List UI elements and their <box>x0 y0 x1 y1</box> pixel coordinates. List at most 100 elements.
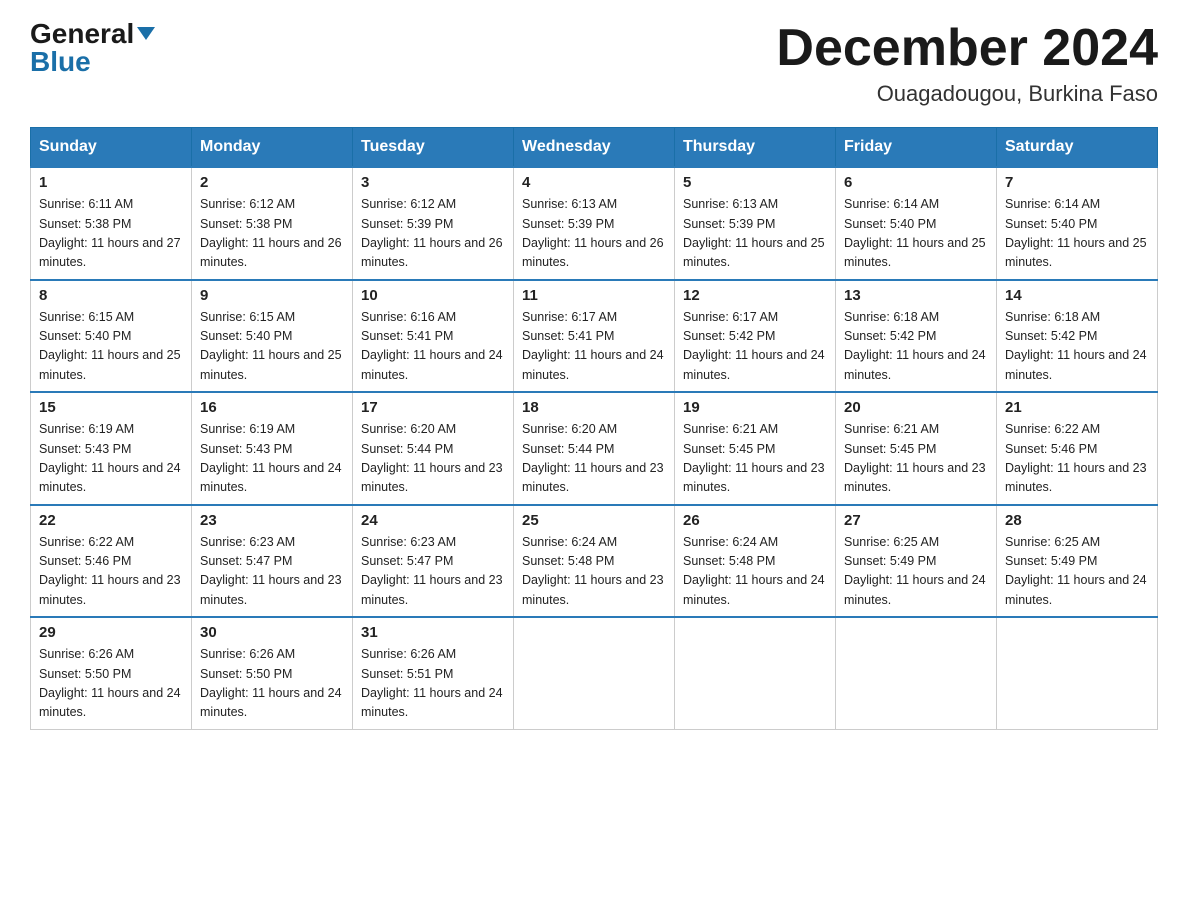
calendar-cell: 4 Sunrise: 6:13 AM Sunset: 5:39 PM Dayli… <box>514 167 675 280</box>
day-info: Sunrise: 6:15 AM Sunset: 5:40 PM Dayligh… <box>39 308 183 386</box>
calendar-cell: 11 Sunrise: 6:17 AM Sunset: 5:41 PM Dayl… <box>514 280 675 393</box>
calendar-cell: 9 Sunrise: 6:15 AM Sunset: 5:40 PM Dayli… <box>192 280 353 393</box>
day-number: 16 <box>200 399 344 416</box>
day-number: 12 <box>683 287 827 304</box>
calendar-cell: 22 Sunrise: 6:22 AM Sunset: 5:46 PM Dayl… <box>31 505 192 618</box>
day-info: Sunrise: 6:20 AM Sunset: 5:44 PM Dayligh… <box>361 420 505 498</box>
calendar-cell: 30 Sunrise: 6:26 AM Sunset: 5:50 PM Dayl… <box>192 617 353 729</box>
calendar-cell: 1 Sunrise: 6:11 AM Sunset: 5:38 PM Dayli… <box>31 167 192 280</box>
col-saturday: Saturday <box>997 128 1158 168</box>
day-info: Sunrise: 6:25 AM Sunset: 5:49 PM Dayligh… <box>844 533 988 611</box>
calendar-cell: 8 Sunrise: 6:15 AM Sunset: 5:40 PM Dayli… <box>31 280 192 393</box>
day-number: 10 <box>361 287 505 304</box>
calendar-cell <box>675 617 836 729</box>
day-number: 24 <box>361 512 505 529</box>
logo-general: General <box>30 18 134 49</box>
day-info: Sunrise: 6:26 AM Sunset: 5:50 PM Dayligh… <box>200 645 344 723</box>
calendar-cell: 21 Sunrise: 6:22 AM Sunset: 5:46 PM Dayl… <box>997 392 1158 505</box>
day-number: 21 <box>1005 399 1149 416</box>
day-number: 4 <box>522 174 666 191</box>
day-number: 5 <box>683 174 827 191</box>
day-info: Sunrise: 6:26 AM Sunset: 5:51 PM Dayligh… <box>361 645 505 723</box>
calendar-cell: 31 Sunrise: 6:26 AM Sunset: 5:51 PM Dayl… <box>353 617 514 729</box>
title-block: December 2024 Ouagadougou, Burkina Faso <box>776 20 1158 107</box>
logo-blue: Blue <box>30 46 91 77</box>
day-number: 14 <box>1005 287 1149 304</box>
calendar-cell: 2 Sunrise: 6:12 AM Sunset: 5:38 PM Dayli… <box>192 167 353 280</box>
calendar-cell: 7 Sunrise: 6:14 AM Sunset: 5:40 PM Dayli… <box>997 167 1158 280</box>
calendar-header-row: Sunday Monday Tuesday Wednesday Thursday… <box>31 128 1158 168</box>
calendar-cell: 17 Sunrise: 6:20 AM Sunset: 5:44 PM Dayl… <box>353 392 514 505</box>
day-number: 18 <box>522 399 666 416</box>
col-thursday: Thursday <box>675 128 836 168</box>
day-number: 31 <box>361 624 505 641</box>
logo-text: General <box>30 20 155 48</box>
logo-blue-text: Blue <box>30 48 91 76</box>
calendar-cell: 16 Sunrise: 6:19 AM Sunset: 5:43 PM Dayl… <box>192 392 353 505</box>
month-title: December 2024 <box>776 20 1158 77</box>
day-number: 20 <box>844 399 988 416</box>
day-info: Sunrise: 6:24 AM Sunset: 5:48 PM Dayligh… <box>683 533 827 611</box>
calendar-cell: 24 Sunrise: 6:23 AM Sunset: 5:47 PM Dayl… <box>353 505 514 618</box>
calendar-cell: 12 Sunrise: 6:17 AM Sunset: 5:42 PM Dayl… <box>675 280 836 393</box>
logo: General Blue <box>30 20 155 76</box>
day-number: 3 <box>361 174 505 191</box>
day-info: Sunrise: 6:14 AM Sunset: 5:40 PM Dayligh… <box>1005 195 1149 273</box>
day-number: 23 <box>200 512 344 529</box>
col-friday: Friday <box>836 128 997 168</box>
day-info: Sunrise: 6:12 AM Sunset: 5:38 PM Dayligh… <box>200 195 344 273</box>
day-number: 25 <box>522 512 666 529</box>
location: Ouagadougou, Burkina Faso <box>776 81 1158 107</box>
calendar-cell: 26 Sunrise: 6:24 AM Sunset: 5:48 PM Dayl… <box>675 505 836 618</box>
calendar-cell: 19 Sunrise: 6:21 AM Sunset: 5:45 PM Dayl… <box>675 392 836 505</box>
day-number: 27 <box>844 512 988 529</box>
day-info: Sunrise: 6:16 AM Sunset: 5:41 PM Dayligh… <box>361 308 505 386</box>
calendar-cell: 27 Sunrise: 6:25 AM Sunset: 5:49 PM Dayl… <box>836 505 997 618</box>
calendar-week-row: 1 Sunrise: 6:11 AM Sunset: 5:38 PM Dayli… <box>31 167 1158 280</box>
day-number: 2 <box>200 174 344 191</box>
day-number: 28 <box>1005 512 1149 529</box>
page-header: General Blue December 2024 Ouagadougou, … <box>30 20 1158 107</box>
day-number: 6 <box>844 174 988 191</box>
day-info: Sunrise: 6:15 AM Sunset: 5:40 PM Dayligh… <box>200 308 344 386</box>
calendar-cell: 5 Sunrise: 6:13 AM Sunset: 5:39 PM Dayli… <box>675 167 836 280</box>
day-number: 30 <box>200 624 344 641</box>
day-info: Sunrise: 6:22 AM Sunset: 5:46 PM Dayligh… <box>1005 420 1149 498</box>
calendar-table: Sunday Monday Tuesday Wednesday Thursday… <box>30 127 1158 730</box>
day-info: Sunrise: 6:24 AM Sunset: 5:48 PM Dayligh… <box>522 533 666 611</box>
col-sunday: Sunday <box>31 128 192 168</box>
day-info: Sunrise: 6:14 AM Sunset: 5:40 PM Dayligh… <box>844 195 988 273</box>
day-number: 1 <box>39 174 183 191</box>
calendar-cell: 13 Sunrise: 6:18 AM Sunset: 5:42 PM Dayl… <box>836 280 997 393</box>
calendar-cell: 23 Sunrise: 6:23 AM Sunset: 5:47 PM Dayl… <box>192 505 353 618</box>
day-info: Sunrise: 6:18 AM Sunset: 5:42 PM Dayligh… <box>1005 308 1149 386</box>
calendar-cell: 28 Sunrise: 6:25 AM Sunset: 5:49 PM Dayl… <box>997 505 1158 618</box>
day-info: Sunrise: 6:13 AM Sunset: 5:39 PM Dayligh… <box>522 195 666 273</box>
calendar-cell: 18 Sunrise: 6:20 AM Sunset: 5:44 PM Dayl… <box>514 392 675 505</box>
col-wednesday: Wednesday <box>514 128 675 168</box>
day-info: Sunrise: 6:20 AM Sunset: 5:44 PM Dayligh… <box>522 420 666 498</box>
day-info: Sunrise: 6:23 AM Sunset: 5:47 PM Dayligh… <box>200 533 344 611</box>
day-info: Sunrise: 6:17 AM Sunset: 5:42 PM Dayligh… <box>683 308 827 386</box>
day-info: Sunrise: 6:17 AM Sunset: 5:41 PM Dayligh… <box>522 308 666 386</box>
calendar-cell: 10 Sunrise: 6:16 AM Sunset: 5:41 PM Dayl… <box>353 280 514 393</box>
day-number: 11 <box>522 287 666 304</box>
calendar-week-row: 29 Sunrise: 6:26 AM Sunset: 5:50 PM Dayl… <box>31 617 1158 729</box>
calendar-cell: 14 Sunrise: 6:18 AM Sunset: 5:42 PM Dayl… <box>997 280 1158 393</box>
day-number: 15 <box>39 399 183 416</box>
day-info: Sunrise: 6:19 AM Sunset: 5:43 PM Dayligh… <box>200 420 344 498</box>
calendar-week-row: 22 Sunrise: 6:22 AM Sunset: 5:46 PM Dayl… <box>31 505 1158 618</box>
calendar-cell: 15 Sunrise: 6:19 AM Sunset: 5:43 PM Dayl… <box>31 392 192 505</box>
day-number: 8 <box>39 287 183 304</box>
day-info: Sunrise: 6:19 AM Sunset: 5:43 PM Dayligh… <box>39 420 183 498</box>
calendar-cell <box>514 617 675 729</box>
day-info: Sunrise: 6:21 AM Sunset: 5:45 PM Dayligh… <box>844 420 988 498</box>
col-monday: Monday <box>192 128 353 168</box>
day-info: Sunrise: 6:13 AM Sunset: 5:39 PM Dayligh… <box>683 195 827 273</box>
day-number: 13 <box>844 287 988 304</box>
calendar-cell: 6 Sunrise: 6:14 AM Sunset: 5:40 PM Dayli… <box>836 167 997 280</box>
day-info: Sunrise: 6:25 AM Sunset: 5:49 PM Dayligh… <box>1005 533 1149 611</box>
calendar-cell: 25 Sunrise: 6:24 AM Sunset: 5:48 PM Dayl… <box>514 505 675 618</box>
day-info: Sunrise: 6:21 AM Sunset: 5:45 PM Dayligh… <box>683 420 827 498</box>
day-info: Sunrise: 6:12 AM Sunset: 5:39 PM Dayligh… <box>361 195 505 273</box>
